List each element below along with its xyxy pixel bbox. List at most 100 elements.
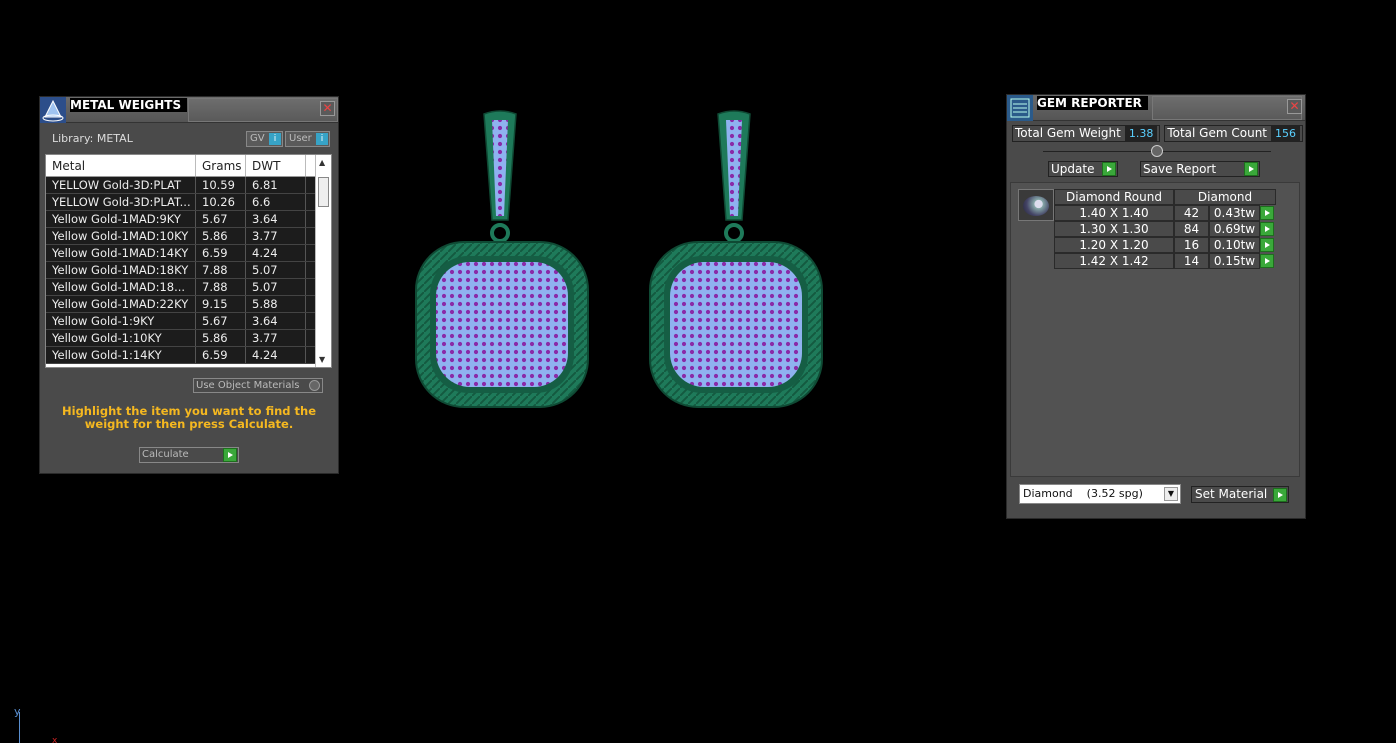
gem-row-go-icon[interactable] <box>1260 237 1274 252</box>
table-row[interactable]: Yellow Gold-1MAD:10KY 5.86 3.77 <box>46 228 331 245</box>
gem-size-cell: 1.42 X 1.42 <box>1054 253 1174 269</box>
dwt-cell: 3.64 <box>246 211 306 227</box>
metal-name-cell: YELLOW Gold-3D:PLAT... <box>46 194 196 210</box>
scroll-up-icon[interactable]: ▲ <box>319 158 325 167</box>
gem-row[interactable]: 1.30 X 1.30 84 0.69tw <box>1054 221 1276 237</box>
table-row[interactable]: Yellow Gold-1:10KY 5.86 3.77 <box>46 330 331 347</box>
dwt-cell: 5.88 <box>246 296 306 312</box>
material-select[interactable]: Diamond (3.52 spg) ▼ <box>1019 484 1181 504</box>
grams-cell: 5.67 <box>196 211 246 227</box>
gem-reporter-title: GEM REPORTER <box>1037 96 1148 110</box>
chevron-down-icon[interactable]: ▼ <box>1164 487 1178 501</box>
total-gem-count-value: 156 <box>1271 126 1301 141</box>
metal-name-cell: Yellow Gold-1MAD:10KY <box>46 228 196 244</box>
metal-weights-icon <box>40 97 66 123</box>
gem-row-go-icon[interactable] <box>1260 253 1274 268</box>
scroll-thumb[interactable] <box>318 177 329 207</box>
dwt-cell: 5.07 <box>246 279 306 295</box>
grams-cell: 10.26 <box>196 194 246 210</box>
use-object-materials-toggle[interactable]: Use Object Materials <box>193 378 323 393</box>
gv-label: GV <box>250 133 265 144</box>
axis-y-line <box>19 712 20 743</box>
diamond-round-thumbnail[interactable] <box>1018 189 1054 221</box>
gem-row-go-cell <box>1260 221 1276 237</box>
gem-reporter-close-button[interactable]: ✕ <box>1287 99 1302 114</box>
earrings-render <box>415 110 823 408</box>
table-row[interactable]: Yellow Gold-1MAD:9KY 5.67 3.64 <box>46 211 331 228</box>
metal-name-cell: YELLOW Gold-3D:PLAT <box>46 177 196 193</box>
table-row[interactable]: YELLOW Gold-3D:PLAT 10.59 6.81 <box>46 177 331 194</box>
table-row[interactable]: Yellow Gold-1MAD:18... 7.88 5.07 <box>46 279 331 296</box>
panel-slider-knob[interactable] <box>1151 145 1163 157</box>
save-report-label: Save Report <box>1143 162 1217 176</box>
table-row[interactable]: Yellow Gold-1MAD:14KY 6.59 4.24 <box>46 245 331 262</box>
table-row[interactable]: Yellow Gold-1MAD:22KY 9.15 5.88 <box>46 296 331 313</box>
grams-cell: 6.59 <box>196 245 246 261</box>
gem-reporter-title-tab <box>1152 96 1302 120</box>
calculate-hint: Highlight the item you want to find the … <box>62 404 316 431</box>
dwt-cell: 3.64 <box>246 313 306 329</box>
gem-row[interactable]: 1.42 X 1.42 14 0.15tw <box>1054 253 1276 269</box>
metal-name-cell: Yellow Gold-1MAD:18KY <box>46 262 196 278</box>
metal-weights-titlebar[interactable]: METAL WEIGHTS ✕ <box>40 97 338 123</box>
set-material-go-icon[interactable] <box>1273 488 1287 502</box>
gem-reporter-titlebar[interactable]: GEM REPORTER ✕ <box>1007 95 1305 121</box>
metal-weights-close-button[interactable]: ✕ <box>320 101 335 116</box>
total-gem-count-label: Total Gem Count <box>1167 126 1268 140</box>
update-go-icon[interactable] <box>1102 162 1116 176</box>
update-button[interactable]: Update <box>1048 161 1118 177</box>
table-row[interactable]: YELLOW Gold-3D:PLAT... 10.26 6.6 <box>46 194 331 211</box>
table-row[interactable]: Yellow Gold-1:14KY 6.59 4.24 <box>46 347 331 364</box>
column-header-metal[interactable]: Metal <box>46 155 196 176</box>
library-label: Library: METAL <box>52 132 133 145</box>
gem-totals: Total Gem Weight 1.38 Total Gem Count 15… <box>1012 125 1304 142</box>
user-label: User <box>289 133 312 144</box>
gem-row-go-icon[interactable] <box>1260 205 1274 220</box>
total-gem-count: Total Gem Count 156 <box>1164 125 1304 142</box>
dwt-cell: 6.6 <box>246 194 306 210</box>
use-object-materials-label: Use Object Materials <box>196 380 300 391</box>
grams-cell: 5.86 <box>196 228 246 244</box>
metal-name-cell: Yellow Gold-1MAD:9KY <box>46 211 196 227</box>
use-object-materials-radio[interactable] <box>309 380 320 391</box>
gem-row[interactable]: 1.20 X 1.20 16 0.10tw <box>1054 237 1276 253</box>
gem-row-go-icon[interactable] <box>1260 221 1274 236</box>
metal-name-cell: Yellow Gold-1MAD:18... <box>46 279 196 295</box>
user-info-icon[interactable]: i <box>316 133 328 145</box>
grams-cell: 7.88 <box>196 262 246 278</box>
gem-list-area: Diamond Round Diamond 1.40 X 1.40 42 0.43t… <box>1010 182 1300 477</box>
metal-name-cell: Yellow Gold-1:9KY <box>46 313 196 329</box>
save-report-go-icon[interactable] <box>1244 162 1258 176</box>
scroll-down-icon[interactable]: ▼ <box>319 355 325 364</box>
left-earring <box>415 110 589 408</box>
metal-table-scrollbar[interactable]: ▲ ▼ <box>315 155 331 367</box>
gem-row[interactable]: 1.40 X 1.40 42 0.43tw <box>1054 205 1276 221</box>
metal-weights-panel: METAL WEIGHTS ✕ Library: METAL GV i User… <box>39 96 339 474</box>
calculate-button[interactable]: Calculate <box>139 447 239 463</box>
gem-reporter-icon <box>1007 95 1033 121</box>
user-toggle[interactable]: User i <box>285 131 330 147</box>
dwt-cell: 3.77 <box>246 330 306 346</box>
column-header-grams[interactable]: Grams <box>196 155 246 176</box>
calculate-label: Calculate <box>142 449 189 460</box>
gem-count-cell: 84 <box>1174 221 1209 237</box>
set-material-button[interactable]: Set Material <box>1191 486 1289 503</box>
table-row[interactable]: Yellow Gold-1MAD:18KY 7.88 5.07 <box>46 262 331 279</box>
gem-size-cell: 1.40 X 1.40 <box>1054 205 1174 221</box>
gv-info-icon[interactable]: i <box>269 133 281 145</box>
table-row[interactable]: Yellow Gold-1:9KY 5.67 3.64 <box>46 313 331 330</box>
3d-viewport[interactable] <box>400 100 840 420</box>
gem-size-cell: 1.30 X 1.30 <box>1054 221 1174 237</box>
diamond-icon <box>1023 196 1049 216</box>
column-header-dwt[interactable]: DWT <box>246 155 306 176</box>
set-material-label: Set Material <box>1195 487 1268 501</box>
metal-name-cell: Yellow Gold-1:14KY <box>46 347 196 363</box>
grams-cell: 7.88 <box>196 279 246 295</box>
calculate-go-icon[interactable] <box>223 448 237 462</box>
metal-table[interactable]: Metal Grams DWT YELLOW Gold-3D:PLAT 10.59… <box>45 154 332 368</box>
grams-cell: 5.86 <box>196 330 246 346</box>
save-report-button[interactable]: Save Report <box>1140 161 1260 177</box>
gem-count-cell: 14 <box>1174 253 1209 269</box>
gv-toggle[interactable]: GV i <box>246 131 283 147</box>
gem-count-cell: 16 <box>1174 237 1209 253</box>
